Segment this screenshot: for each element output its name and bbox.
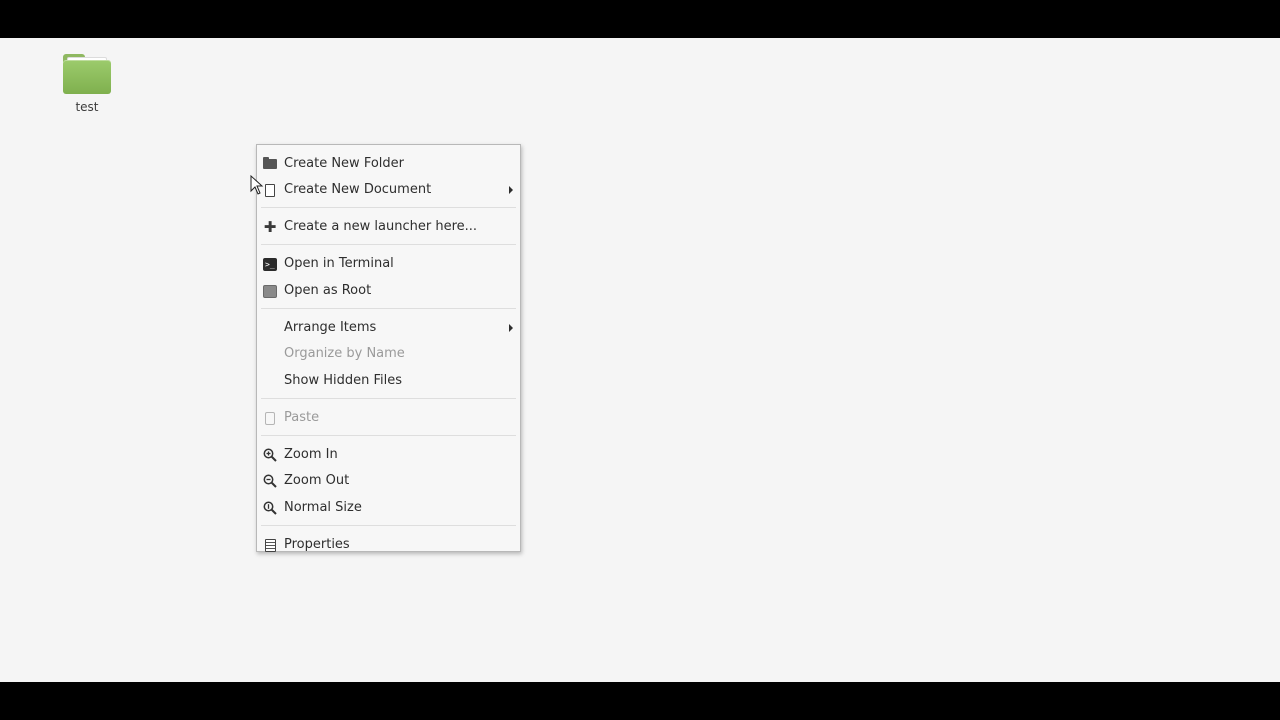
root-icon [262,283,278,299]
zoom-out-icon [262,473,278,489]
mouse-cursor-icon [250,175,264,195]
menu-item-label: Create New Folder [284,156,404,171]
letterbox-bottom [0,682,1280,720]
menu-separator [261,308,516,309]
plus-icon: ✚ [263,218,277,236]
document-icon [262,182,278,198]
menu-item-properties[interactable]: Properties [258,532,519,558]
paste-icon [262,410,278,426]
folder-icon [63,54,111,94]
terminal-icon: >_ [262,256,278,272]
menu-item-create-new-document[interactable]: Create New Document [258,177,519,203]
menu-item-label: Paste [284,410,320,425]
menu-item-label: Properties [284,537,350,552]
menu-item-label: Zoom In [284,447,338,462]
menu-item-zoom-out[interactable]: Zoom Out [258,468,519,494]
menu-separator [261,525,516,526]
menu-item-label: Create a new launcher here... [284,219,478,234]
menu-item-paste[interactable]: Paste [258,405,519,431]
properties-icon [262,537,278,553]
menu-item-create-launcher[interactable]: ✚ Create a new launcher here... [258,214,519,240]
menu-separator [261,207,516,208]
desktop-icon-test-folder[interactable]: test [52,54,122,120]
zoom-in-icon [262,447,278,463]
menu-item-zoom-in[interactable]: Zoom In [258,442,519,468]
menu-item-label: Create New Document [284,182,432,197]
menu-item-label: Arrange Items [284,320,377,335]
menu-item-label: Normal Size [284,500,362,515]
desktop-icon-label: test [75,100,99,114]
menu-item-label: Open in Terminal [284,256,394,271]
letterbox-top [0,0,1280,38]
menu-item-open-in-terminal[interactable]: >_ Open in Terminal [258,251,519,277]
menu-item-organize-by-name[interactable]: Organize by Name [258,341,519,367]
folder-new-icon [262,156,278,172]
menu-item-label: Zoom Out [284,473,350,488]
menu-item-label: Open as Root [284,283,372,298]
desktop-context-menu: Create New Folder Create New Document ✚ … [256,144,521,552]
menu-item-show-hidden-files[interactable]: Show Hidden Files [258,368,519,394]
menu-item-create-new-folder[interactable]: Create New Folder [258,151,519,177]
desktop[interactable]: test Create New Folder Create New Docume… [0,38,1280,682]
menu-item-label: Organize by Name [284,346,405,361]
submenu-arrow-icon [509,324,513,332]
menu-item-arrange-items[interactable]: Arrange Items [258,315,519,341]
menu-separator [261,435,516,436]
menu-item-label: Show Hidden Files [284,373,402,388]
menu-separator [261,398,516,399]
menu-item-normal-size[interactable]: Normal Size [258,495,519,521]
menu-item-open-as-root[interactable]: Open as Root [258,278,519,304]
submenu-arrow-icon [509,186,513,194]
zoom-normal-icon [262,500,278,516]
menu-separator [261,244,516,245]
